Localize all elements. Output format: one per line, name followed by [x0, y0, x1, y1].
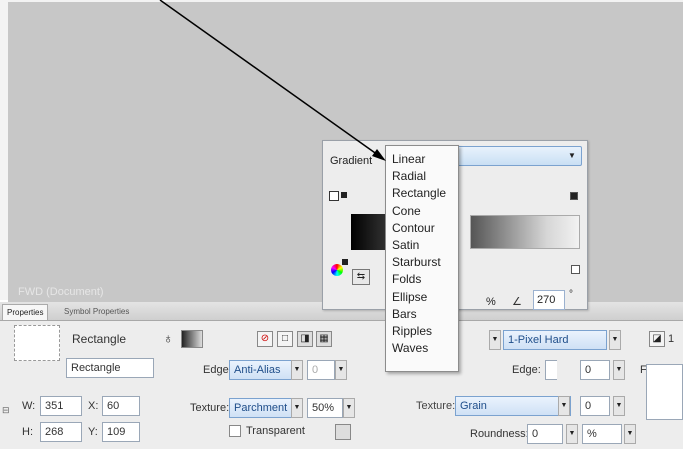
x-label: X:: [88, 400, 99, 412]
stage-label: FWD (Document): [18, 286, 104, 298]
color-stop-icon[interactable]: [341, 192, 347, 198]
fill-color-swatch[interactable]: [181, 330, 203, 348]
menu-item-ellipse[interactable]: Ellipse: [386, 289, 458, 306]
transparent-checkbox[interactable]: [229, 425, 241, 437]
fill-edge-label: Edge:: [203, 364, 232, 376]
menu-item-radial[interactable]: Radial: [386, 168, 458, 185]
small-color-stop-icon[interactable]: [342, 259, 348, 265]
gradient-label: Gradient: [330, 155, 373, 167]
stroke-category-select[interactable]: 1-Pixel Hard: [503, 330, 607, 350]
stroke-texture-amount[interactable]: 0: [580, 396, 610, 416]
menu-item-satin[interactable]: Satin: [386, 237, 458, 254]
chevron-down-icon[interactable]: ▼: [291, 360, 303, 380]
stroke-edge-slider[interactable]: [545, 360, 557, 380]
x-input[interactable]: 60: [102, 396, 140, 416]
roundness-input[interactable]: 0: [527, 424, 563, 444]
fill-pattern-icon[interactable]: ▦: [316, 331, 332, 347]
lock-icon[interactable]: ⊟: [2, 405, 10, 416]
fill-default-icon[interactable]: □: [277, 331, 293, 347]
menu-item-linear[interactable]: Linear: [386, 151, 458, 168]
swap-colors-icon[interactable]: ⇆: [352, 269, 370, 285]
right-opacity-stop-icon[interactable]: [571, 265, 580, 274]
chevron-down-icon[interactable]: ▼: [566, 424, 578, 444]
percent-sign: %: [486, 296, 496, 308]
stroke-size-value: 1: [668, 333, 675, 345]
shape-thumbnail: [14, 325, 60, 361]
menu-item-waves[interactable]: Waves: [386, 340, 458, 357]
tab-symbol-properties[interactable]: Symbol Properties: [60, 304, 133, 320]
menu-item-cone[interactable]: Cone: [386, 203, 458, 220]
chevron-down-icon[interactable]: ▼: [609, 330, 621, 350]
y-input[interactable]: 109: [102, 422, 140, 442]
tab-properties[interactable]: Properties: [2, 304, 49, 320]
menu-item-folds[interactable]: Folds: [386, 271, 458, 288]
width-input[interactable]: 351: [40, 396, 82, 416]
transparent-label: Transparent: [246, 425, 305, 437]
chevron-down-icon[interactable]: ▼: [335, 360, 347, 380]
stroke-edge-input[interactable]: 0: [580, 360, 610, 380]
fill-texture-amount[interactable]: 50%: [307, 398, 343, 418]
fill-texture-label: Texture:: [190, 402, 230, 414]
menu-item-ripples[interactable]: Ripples: [386, 323, 458, 340]
fill-bucket-icon[interactable]: ♁: [163, 330, 174, 346]
color-wheel-icon[interactable]: [331, 264, 343, 276]
menu-item-contour[interactable]: Contour: [386, 220, 458, 237]
opacity-stop-icon[interactable]: [329, 191, 339, 201]
chevron-down-icon[interactable]: ▼: [558, 396, 570, 416]
gradient-preview-bar[interactable]: [470, 215, 580, 249]
chevron-down-icon: ▼: [568, 151, 576, 160]
roundness-label: Roundness:: [470, 428, 529, 440]
h-label: H:: [22, 426, 33, 438]
w-label: W:: [22, 400, 36, 412]
gradient-type-select[interactable]: ▼: [452, 146, 582, 166]
stroke-size-icon[interactable]: ◪: [649, 331, 665, 347]
menu-item-rectangle[interactable]: Rectangle: [386, 185, 458, 202]
shape-name-field[interactable]: Rectangle: [66, 358, 154, 378]
angle-input[interactable]: 270: [533, 290, 565, 310]
stroke-edge-label: Edge:: [512, 364, 541, 376]
chevron-down-icon[interactable]: ▼: [489, 330, 501, 350]
chevron-down-icon[interactable]: ▼: [613, 396, 625, 416]
stroke-texture-select[interactable]: Grain: [455, 396, 571, 416]
degree-sign: °: [569, 289, 573, 300]
stroke-texture-label: Texture:: [416, 400, 456, 412]
texture-preview[interactable]: [335, 424, 351, 440]
filters-list[interactable]: [646, 364, 683, 420]
shape-name-label: Rectangle: [72, 332, 127, 346]
chevron-down-icon[interactable]: ▼: [291, 398, 303, 418]
menu-item-bars[interactable]: Bars: [386, 306, 458, 323]
chevron-down-icon[interactable]: ▼: [613, 360, 625, 380]
chevron-down-icon[interactable]: ▼: [343, 398, 355, 418]
angle-icon: ∠: [512, 296, 522, 308]
menu-item-starburst[interactable]: Starburst: [386, 254, 458, 271]
no-fill-icon[interactable]: ⊘: [257, 331, 273, 347]
gradient-color-swatch[interactable]: [351, 214, 387, 250]
roundness-unit-select[interactable]: %: [582, 424, 622, 444]
fill-options-icon[interactable]: ◨: [297, 331, 313, 347]
y-label: Y:: [88, 426, 98, 438]
chevron-down-icon[interactable]: ▼: [624, 424, 636, 444]
gradient-type-dropdown: Linear Radial Rectangle Cone Contour Sat…: [385, 145, 459, 372]
height-input[interactable]: 268: [40, 422, 82, 442]
right-color-stop-icon[interactable]: [570, 192, 578, 200]
fill-edge-amount[interactable]: 0: [307, 360, 335, 380]
